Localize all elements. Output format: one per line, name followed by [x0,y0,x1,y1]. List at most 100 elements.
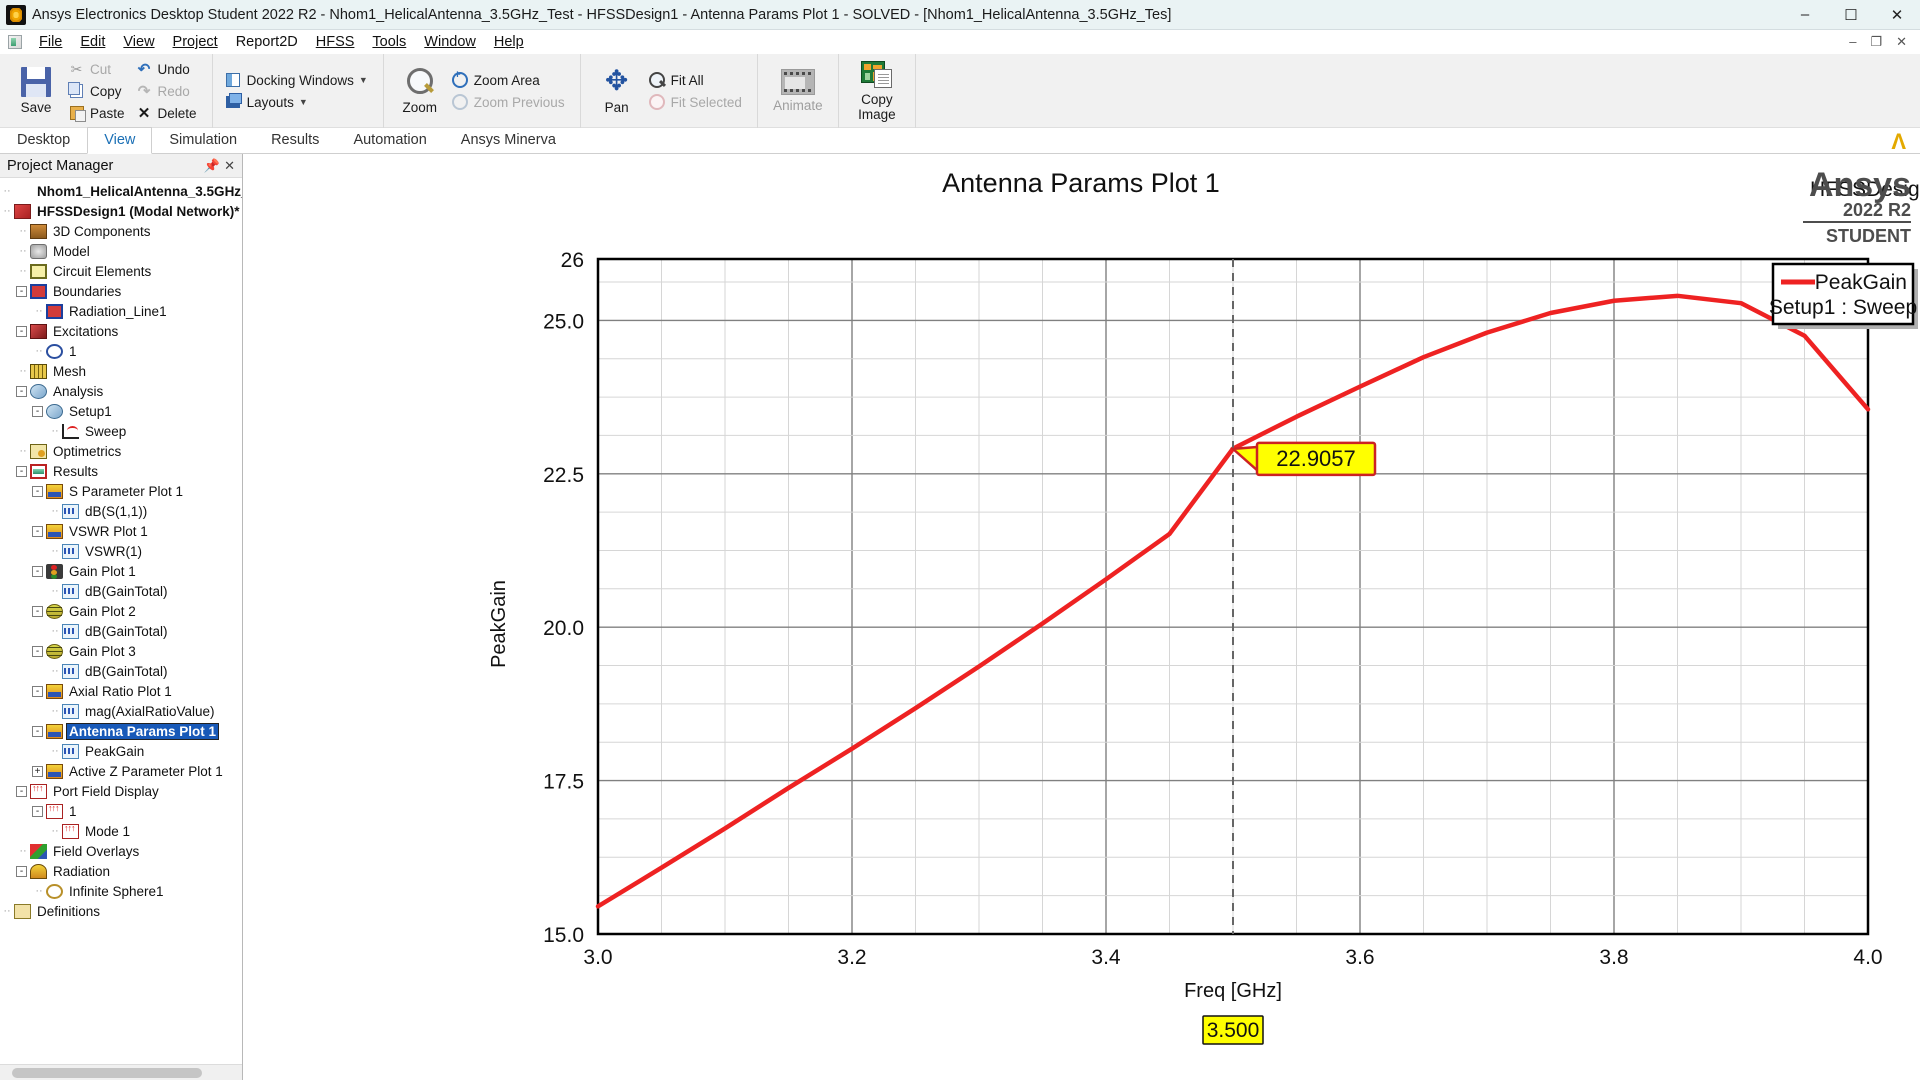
tree-item-db-gaintotal[interactable]: ·· dB(GainTotal) [0,621,242,641]
tree-item-radiation-line1[interactable]: ·· Radiation_Line1 [0,301,242,321]
pin-icon[interactable]: 📌 [204,158,220,174]
tree-item-peakgain[interactable]: ·· PeakGain [0,741,242,761]
plot-legend[interactable]: PeakGain Setup1 : Sweep [1769,262,1918,329]
tree-item-active-z-parameter-plot-1[interactable]: + Active Z Parameter Plot 1 [0,761,242,781]
tree-item-vswr-1[interactable]: ·· VSWR(1) [0,541,242,561]
menu-item-hfss[interactable]: HFSS [307,32,364,52]
zoom-area-button[interactable]: Zoom Area [448,69,572,91]
tree-item-setup1[interactable]: - Setup1 [0,401,242,421]
minimize-button[interactable]: – [1782,0,1828,30]
tree-item-axial-ratio-plot-1[interactable]: - Axial Ratio Plot 1 [0,681,242,701]
tree-item-db-s-1-1[interactable]: ·· dB(S(1,1)) [0,501,242,521]
tab-ansys-minerva[interactable]: Ansys Minerva [444,127,573,153]
menu-item-window[interactable]: Window [415,32,485,52]
tree-item-hfssdesign1-modal-network[interactable]: ·· HFSSDesign1 (Modal Network)* [0,201,242,221]
tree-item-mag-axialratiovalue[interactable]: ·· mag(AxialRatioValue) [0,701,242,721]
tree-item-1[interactable]: -1 [0,801,242,821]
doc-restore-button[interactable]: ❐ [1863,34,1889,50]
collapse-toggle-icon[interactable]: - [16,465,27,477]
document-window-controls[interactable]: – ❐ ✕ [1842,34,1920,50]
collapse-toggle-icon[interactable]: - [16,385,27,397]
tree-item-radiation[interactable]: - Radiation [0,861,242,881]
tree-item-mesh[interactable]: ·· Mesh [0,361,242,381]
tree-item-boundaries[interactable]: - Boundaries [0,281,242,301]
collapse-toggle-icon[interactable]: - [32,725,43,737]
collapse-toggle-icon[interactable]: - [16,325,27,337]
menu-item-help[interactable]: Help [485,32,533,52]
tree-item-db-gaintotal[interactable]: ·· dB(GainTotal) [0,581,242,601]
close-icon[interactable]: ✕ [224,158,235,174]
menu-item-edit[interactable]: Edit [71,32,114,52]
collapse-toggle-icon[interactable]: - [16,285,27,297]
menu-item-file[interactable]: File [30,32,71,52]
tab-desktop[interactable]: Desktop [0,127,87,153]
pan-button[interactable]: ✥ Pan [589,65,645,117]
collapse-toggle-icon[interactable]: - [16,865,27,877]
collapse-toggle-icon[interactable]: - [16,785,27,797]
collapse-toggle-icon[interactable]: - [32,405,43,417]
project-tree[interactable]: ·· Nhom1_HelicalAntenna_3.5GHz_Test ·· HFSS… [0,178,242,1064]
tree-item-antenna-params-plot-1[interactable]: - Antenna Params Plot 1 [0,721,242,741]
tree-item-results[interactable]: - Results [0,461,242,481]
tree-item-vswr-plot-1[interactable]: - VSWR Plot 1 [0,521,242,541]
project-tree-hscrollbar[interactable] [0,1064,242,1080]
x-marker-value-box[interactable]: 3.500 [1202,1015,1264,1045]
collapse-toggle-icon[interactable]: - [32,525,43,537]
tree-item-analysis[interactable]: - Analysis [0,381,242,401]
fit-selected-button[interactable]: Fit Selected [645,92,749,113]
tree-item-gain-plot-3[interactable]: - Gain Plot 3 [0,641,242,661]
tab-automation[interactable]: Automation [336,127,443,153]
close-button[interactable]: ✕ [1874,0,1920,30]
zoom-previous-button[interactable]: Zoom Previous [448,92,572,113]
menu-bar[interactable]: File Edit View Project Report2D HFSS Too… [0,30,1920,54]
tab-view[interactable]: View [87,127,153,154]
collapse-toggle-icon[interactable]: - [32,605,43,617]
maximize-button[interactable]: ☐ [1828,0,1874,30]
doc-close-button[interactable]: ✕ [1889,34,1914,50]
tree-item-definitions[interactable]: ·· Definitions [0,901,242,921]
animate-button[interactable]: Animate [766,67,830,115]
redo-button[interactable]: ↷ Redo [132,81,204,102]
tree-item-port-field-display[interactable]: - Port Field Display [0,781,242,801]
menu-item-project[interactable]: Project [164,32,227,52]
tree-item-gain-plot-2[interactable]: - Gain Plot 2 [0,601,242,621]
window-controls[interactable]: – ☐ ✕ [1782,0,1920,30]
tree-item-model[interactable]: ·· Model [0,241,242,261]
tab-simulation[interactable]: Simulation [152,127,254,153]
ribbon-tab-bar[interactable]: Desktop View Simulation Results Automati… [0,127,1920,154]
expand-toggle-icon[interactable]: + [32,765,43,777]
ribbon-toolbar[interactable]: Save ✂ Cut Copy Paste ↶ Undo ↷ Redo ✕ De… [0,54,1920,128]
menu-item-report2d[interactable]: Report2D [227,32,307,52]
collapse-toggle-icon[interactable]: - [32,645,43,657]
tab-results[interactable]: Results [254,127,336,153]
collapse-toggle-icon[interactable]: - [32,565,43,577]
docking-windows-button[interactable]: Docking Windows ▼ [221,70,375,91]
tree-item-3d-components[interactable]: ·· 3D Components [0,221,242,241]
cut-button[interactable]: ✂ Cut [64,59,132,80]
menu-item-tools[interactable]: Tools [363,32,415,52]
tree-item-s-parameter-plot-1[interactable]: - S Parameter Plot 1 [0,481,242,501]
copy-image-button[interactable]: Copy Image [847,59,907,124]
antenna-params-plot[interactable]: Antenna Params Plot 1 HFSSDesign1 Ansys … [243,154,1920,1080]
tree-item-infinite-sphere1[interactable]: ·· Infinite Sphere1 [0,881,242,901]
tree-item-sweep[interactable]: ·· Sweep [0,421,242,441]
save-button[interactable]: Save [8,65,64,117]
collapse-toggle-icon[interactable]: - [32,685,43,697]
panel-header-buttons[interactable]: 📌 ✕ [204,158,242,174]
report-plot-canvas[interactable]: Antenna Params Plot 1 HFSSDesign1 Ansys … [243,154,1920,1080]
undo-button[interactable]: ↶ Undo [132,59,204,80]
copy-button[interactable]: Copy [64,81,132,102]
tree-item-db-gaintotal[interactable]: ·· dB(GainTotal) [0,661,242,681]
paste-button[interactable]: Paste [64,103,132,124]
fit-all-button[interactable]: Fit All [645,70,749,91]
menu-item-view[interactable]: View [114,32,163,52]
zoom-button[interactable]: Zoom [392,65,448,117]
collapse-toggle-icon[interactable]: - [32,805,43,817]
tree-item-nhom1-helicalantenna-3-5ghz-test[interactable]: ·· Nhom1_HelicalAntenna_3.5GHz_Test [0,181,242,201]
delete-button[interactable]: ✕ Delete [132,103,204,124]
doc-minimize-button[interactable]: – [1842,34,1863,50]
tree-item-1[interactable]: ·· 1 [0,341,242,361]
tree-item-mode-1[interactable]: ·· Mode 1 [0,821,242,841]
collapse-toggle-icon[interactable]: - [32,485,43,497]
tree-item-optimetrics[interactable]: ·· Optimetrics [0,441,242,461]
